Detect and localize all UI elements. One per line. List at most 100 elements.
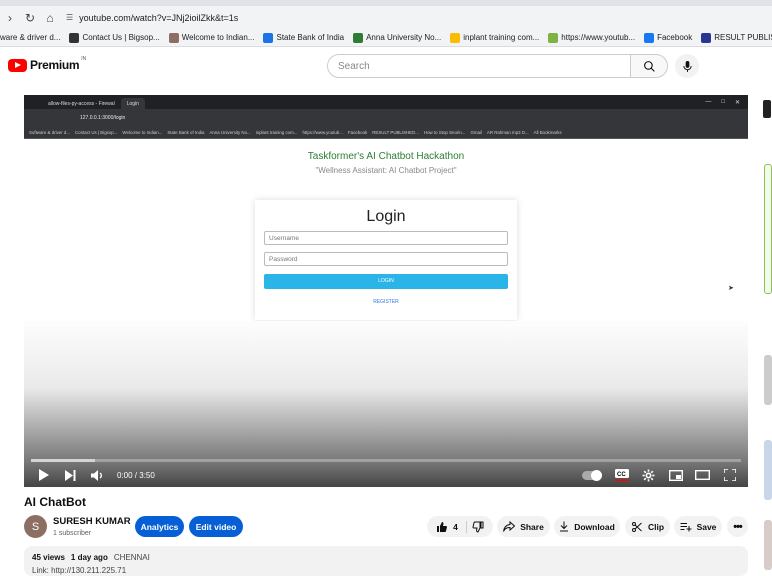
browser-address-bar: › ↻ ⌂ ☰ youtube.com/watch?v=JNj2ioilZkk&… <box>0 6 772 29</box>
next-button[interactable] <box>57 463 84 487</box>
bookmark-favicon-icon <box>168 32 179 43</box>
recommendation-thumb[interactable] <box>764 440 772 500</box>
recommendations-edge <box>762 100 772 573</box>
home-icon[interactable]: ⌂ <box>40 8 60 28</box>
inner-bookmark-item: Anna University No... <box>209 129 251 135</box>
bookmark-favicon-icon <box>69 32 80 43</box>
edit-video-button[interactable]: Edit video <box>189 516 243 537</box>
bookmark-favicon-icon <box>701 32 712 43</box>
bookmark-item[interactable]: https://www.youtub... <box>548 32 635 43</box>
gear-icon <box>642 469 655 481</box>
description-box[interactable]: 45 views 1 day ago CHENNAI Link: http://… <box>24 546 748 576</box>
inner-tab: allow-files-py-access - Firewal <box>48 100 115 107</box>
bookmark-item[interactable]: State Bank of India <box>263 32 345 43</box>
share-button[interactable]: Share <box>497 516 550 537</box>
inner-tab: Login <box>120 98 145 109</box>
url-field[interactable]: ☰ youtube.com/watch?v=JNj2ioilZkk&t=1s <box>66 13 238 23</box>
miniplayer-button[interactable] <box>662 463 689 487</box>
theater-icon <box>695 470 710 480</box>
register-link: REGISTER <box>373 299 399 305</box>
bookmark-label: State Bank of India <box>276 33 345 42</box>
location-tag[interactable]: CHENNAI <box>114 553 150 562</box>
more-actions-button[interactable]: ••• <box>727 516 748 537</box>
inner-bookmark-item: Software & driver d... <box>29 129 70 135</box>
view-count: 45 views <box>32 553 65 562</box>
bookmark-favicon-icon <box>353 32 364 43</box>
inner-bookmark-item: Gmail <box>470 129 482 135</box>
add-to-playlist-icon <box>680 522 692 531</box>
bookmark-item[interactable]: Facebook <box>644 32 693 43</box>
subtitles-button[interactable]: CC <box>608 463 635 487</box>
site-settings-icon[interactable]: ☰ <box>66 13 73 22</box>
inner-bookmark-item: inplant training com... <box>255 129 298 135</box>
search-button[interactable] <box>630 54 668 78</box>
miniplayer-icon <box>668 469 683 481</box>
login-heading: Login <box>366 208 406 225</box>
autoplay-toggle[interactable] <box>581 463 608 487</box>
hackathon-title: Taskformer's AI Chatbot Hackathon <box>307 151 465 162</box>
player-controls: 0:00 / 3:50 CC <box>24 463 748 487</box>
bookmark-favicon-icon <box>644 32 655 43</box>
bookmark-label: ware & driver d... <box>0 33 61 42</box>
thumbs-down-icon <box>472 521 484 533</box>
upload-age: 1 day ago <box>70 553 108 562</box>
bookmark-item[interactable]: Anna University No... <box>353 32 441 43</box>
clip-button[interactable]: Clip <box>625 516 670 537</box>
autoplay-toggle-icon <box>581 469 602 481</box>
clip-label: Clip <box>647 521 665 532</box>
like-button[interactable]: 4 <box>436 520 467 533</box>
description-link[interactable]: Link: http://130.211.225.71 <box>32 566 126 575</box>
dislike-button[interactable] <box>472 521 484 533</box>
inner-bookmark-item: RESULT PUBLISHED... <box>372 129 419 135</box>
inner-bookmark-item: All Bookmarks <box>533 129 562 135</box>
bookmark-item[interactable]: Contact Us | Bigsop... <box>69 32 160 43</box>
inner-bookmark-item: Welcome to Indian... <box>122 129 163 135</box>
recommendation-thumb[interactable] <box>763 100 771 118</box>
bookmark-label: Welcome to Indian... <box>181 33 255 42</box>
progress-bar[interactable] <box>31 459 741 462</box>
search-icon <box>643 60 655 72</box>
bookmark-item[interactable]: ware & driver d... <box>0 33 60 42</box>
analytics-button[interactable]: Analytics <box>135 516 184 537</box>
password-field: Password <box>264 252 508 266</box>
bookmark-item[interactable]: inplant training com... <box>450 32 539 43</box>
recommendation-thumb[interactable] <box>764 355 772 405</box>
inner-bookmarks-bar: Software & driver d... Contact Us | Bigso… <box>24 126 748 139</box>
download-button[interactable]: Download <box>554 516 620 537</box>
theater-mode-button[interactable] <box>689 463 716 487</box>
recommendation-thumb[interactable] <box>764 164 772 294</box>
video-title: AI ChatBot <box>24 495 86 509</box>
bookmark-label: RESULT PUBLISHED... <box>714 33 772 42</box>
bookmark-item[interactable]: Welcome to Indian... <box>168 32 255 43</box>
volume-button[interactable] <box>84 463 111 487</box>
fullscreen-icon <box>723 469 736 481</box>
voice-search-button[interactable] <box>675 54 699 78</box>
bookmark-item[interactable]: RESULT PUBLISHED... <box>701 32 772 43</box>
inner-bookmark-item: State Bank of India <box>167 129 205 135</box>
inner-address-bar: 127.0.0.1:3000/login <box>24 109 748 126</box>
play-button[interactable] <box>30 463 57 487</box>
youtube-premium-logo[interactable]: Premium IN <box>8 56 87 72</box>
forward-icon[interactable]: › <box>0 8 20 28</box>
bookmark-favicon-icon <box>263 32 274 43</box>
svg-text:CC: CC <box>617 472 626 478</box>
video-frame: allow-files-py-access - Firewal Login — □… <box>24 95 748 321</box>
save-button[interactable]: Save <box>674 516 722 537</box>
recommendation-thumb[interactable] <box>764 520 772 570</box>
inner-bookmark-item: https://www.youtub... <box>302 129 343 135</box>
like-count: 4 <box>453 521 458 532</box>
channel-avatar[interactable]: S <box>24 515 47 538</box>
fullscreen-button[interactable] <box>716 463 743 487</box>
like-dislike-group: 4 <box>427 516 493 537</box>
video-player[interactable]: allow-files-py-access - Firewal Login — □… <box>24 95 748 487</box>
settings-button[interactable] <box>635 463 662 487</box>
captions-icon: CC <box>614 469 629 481</box>
bookmark-label: Facebook <box>657 33 693 42</box>
channel-name[interactable]: SURESH KUMAR <box>53 516 131 527</box>
search-input[interactable]: Search <box>327 54 631 78</box>
logo-region: IN <box>81 56 87 62</box>
microphone-icon <box>682 60 692 72</box>
share-icon <box>503 521 516 532</box>
mouse-cursor-icon: ➤ <box>728 285 734 292</box>
reload-icon[interactable]: ↻ <box>20 8 40 28</box>
